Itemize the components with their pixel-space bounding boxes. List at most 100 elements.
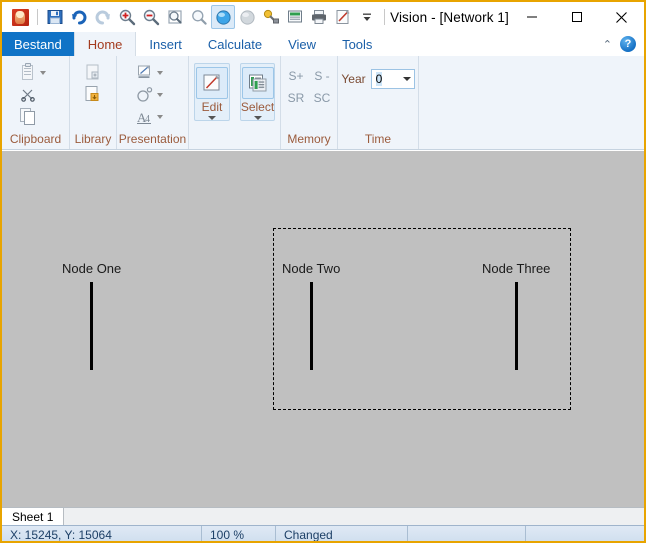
network-canvas[interactable]: Node One Node Two Node Three [2, 151, 644, 507]
tab-insert[interactable]: Insert [136, 32, 195, 56]
group-label-presentation: Presentation [118, 132, 187, 146]
node-two-bar[interactable] [309, 282, 313, 370]
presentation-edit-icon [135, 63, 155, 83]
ribbon-group-clipboard: Clipboard [2, 56, 70, 149]
presentation-shape-button[interactable] [133, 85, 165, 105]
select-dropdown-caret-icon[interactable] [253, 116, 262, 120]
year-combobox[interactable]: 0 [370, 69, 415, 89]
node-three-label: Node Three [482, 261, 551, 276]
status-panel-4 [408, 526, 526, 541]
year-label: Year [341, 72, 366, 86]
presentation-edit-button[interactable] [133, 63, 165, 83]
tab-tools[interactable]: Tools [329, 32, 385, 56]
window-controls [509, 2, 644, 32]
tab-view[interactable]: View [275, 32, 329, 56]
group-label-select-spacer [235, 132, 280, 149]
node-one-bar[interactable] [90, 282, 94, 370]
library-open-button[interactable] [81, 63, 105, 83]
status-zoom: 100 % [202, 526, 276, 541]
zoom-all-icon[interactable] [187, 5, 211, 29]
paste-button[interactable] [16, 63, 48, 83]
minimize-button[interactable] [509, 2, 554, 32]
copy-icon [18, 107, 38, 127]
copy-button[interactable] [16, 107, 40, 127]
customize-qat-icon[interactable] [355, 5, 379, 29]
year-control: Year 0 [341, 61, 415, 89]
paste-caret-icon[interactable] [40, 71, 46, 75]
sphere-blue-icon[interactable] [211, 5, 235, 29]
memory-sc-button[interactable]: SC [311, 90, 334, 106]
tab-home[interactable]: Home [73, 32, 137, 57]
memory-sr-button[interactable]: SR [285, 90, 308, 106]
status-bar: X: 15245, Y: 15064 100 % Changed [2, 525, 644, 541]
quick-access-toolbar [2, 2, 390, 32]
edit-button[interactable]: Edit [194, 63, 230, 121]
group-label-edit-spacer [189, 132, 235, 149]
library-save-icon [83, 85, 103, 105]
node-two-label: Node Two [282, 261, 341, 276]
status-state: Changed [276, 526, 408, 541]
sheet-tab-sheet-1[interactable]: Sheet 1 [2, 508, 65, 526]
paste-icon [18, 63, 38, 83]
memory-buttons: S+ S - SR SC [283, 59, 335, 109]
plug-icon[interactable] [259, 5, 283, 29]
application-window: Vision - [Network 1] Bestand Home Insert… [0, 0, 646, 543]
sheet-tab-bar: Sheet 1 [2, 507, 644, 526]
help-icon[interactable]: ? [620, 36, 636, 52]
maximize-button[interactable] [554, 2, 599, 32]
toolbar-separator-2 [384, 9, 385, 25]
select-button-label: Select [240, 100, 275, 114]
presentation-font-icon: A 4 [135, 107, 155, 127]
sphere-gray-icon[interactable] [235, 5, 259, 29]
print-icon[interactable] [307, 5, 331, 29]
undo-icon[interactable] [67, 5, 91, 29]
group-label-time: Time [364, 132, 392, 146]
ribbon-group-presentation: A 4 Presentation [117, 56, 189, 149]
edit-button-label: Edit [201, 100, 223, 114]
collapse-ribbon-icon[interactable]: ⌃ [603, 38, 612, 51]
redo-icon[interactable] [91, 5, 115, 29]
tab-bestand[interactable]: Bestand [2, 32, 74, 56]
select-icon [241, 67, 274, 99]
ribbon-empty-area [419, 56, 644, 149]
zoom-window-icon[interactable] [163, 5, 187, 29]
ribbon-home-panel: Clipboard Library A 4 Presentation Edit … [2, 56, 644, 150]
zoom-in-icon[interactable] [115, 5, 139, 29]
memory-s-minus-button[interactable]: S - [311, 68, 332, 84]
edit-icon [196, 67, 228, 99]
library-save-button[interactable] [81, 85, 105, 105]
node-three[interactable]: Node Three [482, 261, 550, 370]
toolbar-separator-1 [37, 9, 38, 25]
node-one[interactable]: Node One [62, 261, 121, 370]
node-two[interactable]: Node Two [282, 261, 340, 370]
scissors-icon [18, 85, 38, 105]
save-icon[interactable] [43, 5, 67, 29]
year-value: 0 [375, 72, 383, 86]
select-button[interactable]: Select [239, 63, 276, 121]
memory-s-plus-button[interactable]: S+ [285, 68, 306, 84]
title-bar: Vision - [Network 1] [2, 2, 644, 32]
ribbon-group-select: Select [235, 56, 281, 149]
clipboard-items [16, 61, 48, 127]
cut-button[interactable] [16, 85, 40, 105]
edit-note-icon[interactable] [331, 5, 355, 29]
edit-dropdown-caret-icon[interactable] [208, 116, 216, 120]
app-logo-icon[interactable] [8, 5, 32, 29]
group-label-library: Library [74, 132, 112, 146]
presentation-font-caret-icon[interactable] [157, 115, 163, 119]
zoom-out-icon[interactable] [139, 5, 163, 29]
presentation-shape-caret-icon[interactable] [157, 93, 163, 97]
presentation-font-button[interactable]: A 4 [133, 107, 165, 127]
presentation-edit-caret-icon[interactable] [157, 71, 163, 75]
close-button[interactable] [599, 2, 644, 32]
group-label-memory: Memory [287, 132, 331, 146]
ribbon-tab-strip: Bestand Home Insert Calculate View Tools… [2, 32, 644, 57]
presentation-items: A 4 [133, 61, 165, 127]
tab-calculate[interactable]: Calculate [195, 32, 275, 56]
window-title: Vision - [Network 1] [390, 9, 509, 25]
report-icon[interactable] [283, 5, 307, 29]
ribbon-group-memory: S+ S - SR SC Memory [281, 56, 338, 149]
node-three-bar[interactable] [514, 282, 518, 370]
ribbon-group-time: Year 0 Time [338, 56, 419, 149]
year-dropdown-caret-icon[interactable] [402, 77, 411, 81]
